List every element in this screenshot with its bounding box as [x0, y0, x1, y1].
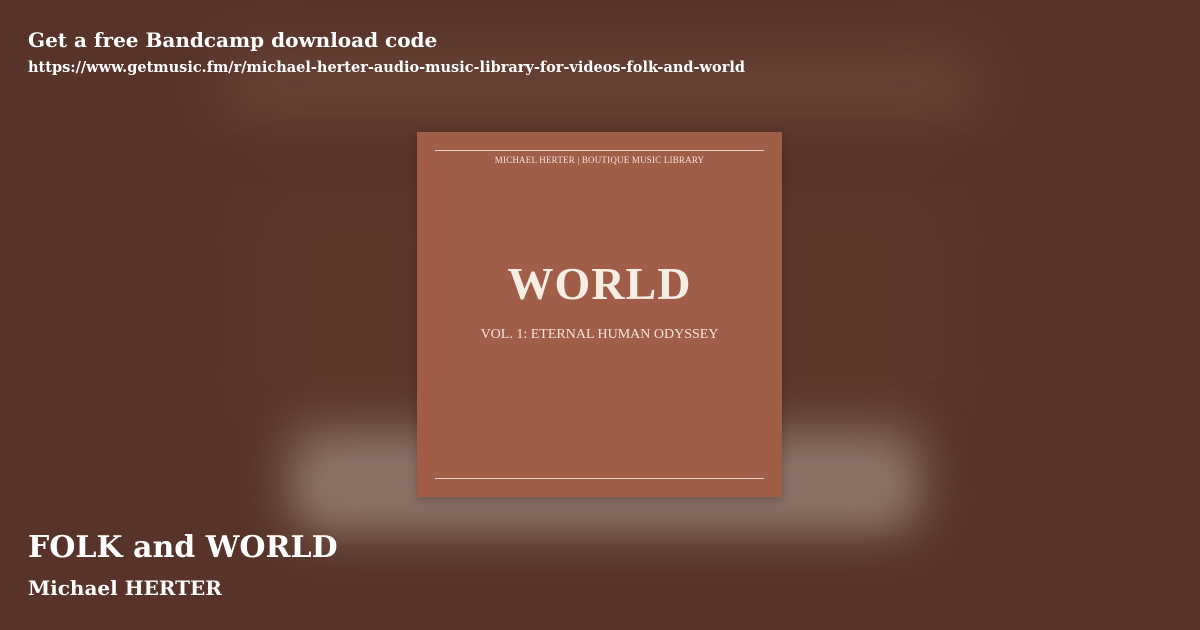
cover-bottom-rule: [435, 478, 764, 479]
cover-title: WORLD: [507, 258, 692, 309]
download-code-heading: Get a free Bandcamp download code: [28, 28, 438, 52]
promo-header: Get a free Bandcamp download code https:…: [28, 26, 745, 78]
release-title: FOLK and WORLD: [28, 530, 338, 565]
artist-name: Michael HERTER: [28, 576, 222, 600]
cover-top-rule: [435, 150, 764, 151]
cover-label: MICHAEL HERTER | BOUTIQUE MUSIC LIBRARY: [494, 155, 705, 165]
album-cover[interactable]: MICHAEL HERTER | BOUTIQUE MUSIC LIBRARY …: [417, 132, 782, 497]
cover-subtitle: VOL. 1: ETERNAL HUMAN ODYSSEY: [480, 327, 719, 342]
release-info: FOLK and WORLD Michael HERTER: [28, 528, 338, 602]
download-link[interactable]: https://www.getmusic.fm/r/michael-herter…: [28, 58, 745, 78]
